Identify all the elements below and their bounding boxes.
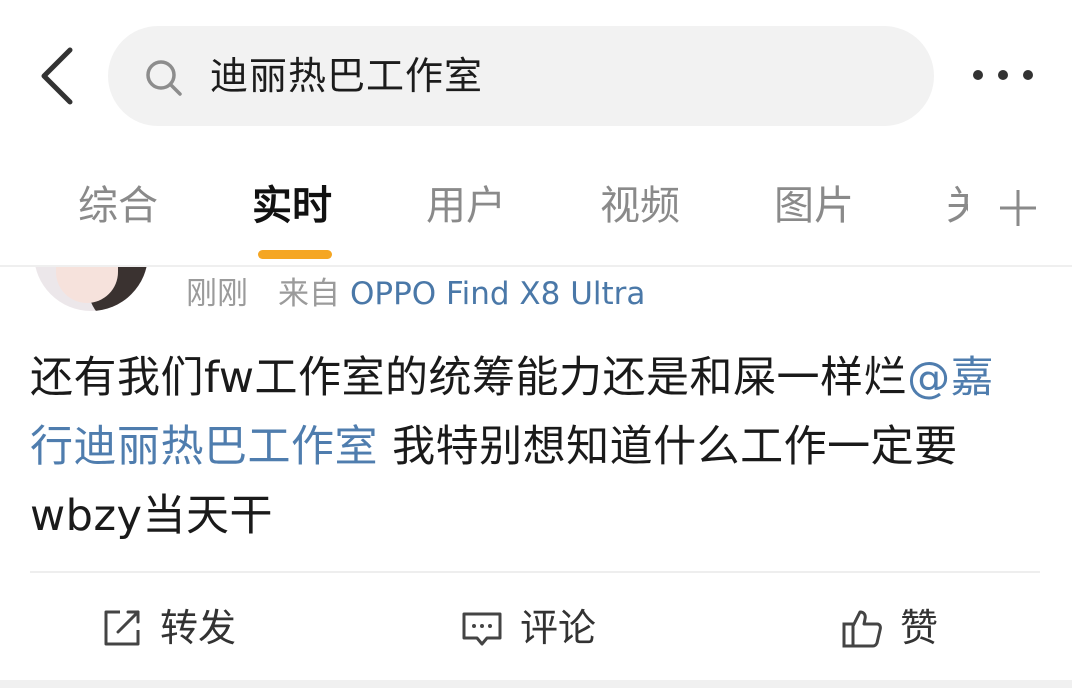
active-tab-indicator	[258, 250, 332, 259]
post-text-part1: 还有我们fw工作室的统筹能力还是和屎一样烂	[30, 353, 908, 403]
post-device[interactable]: OPPO Find X8 Ultra	[350, 276, 645, 312]
repost-icon	[104, 610, 140, 646]
tab-videos[interactable]: 视频	[600, 178, 680, 234]
comment-icon	[462, 612, 502, 646]
plus-icon	[1000, 190, 1036, 226]
bottom-separator	[0, 680, 1072, 688]
repost-button[interactable]: 转发	[100, 598, 260, 658]
avatar[interactable]	[30, 267, 152, 317]
post-content: 还有我们fw工作室的统筹能力还是和屎一样烂@嘉行迪丽热巴工作室 我特别想知道什么…	[30, 344, 1030, 551]
like-button[interactable]: 赞	[840, 598, 960, 658]
tab-bar: 综合 实时 用户 视频 图片 关	[0, 160, 1072, 266]
search-query-text[interactable]: 迪丽热巴工作室	[210, 50, 483, 102]
search-icon	[146, 60, 182, 96]
top-bar: 迪丽热巴工作室	[0, 0, 1072, 150]
search-box[interactable]: 迪丽热巴工作室	[108, 26, 934, 126]
back-button[interactable]	[34, 44, 82, 108]
add-tab-button[interactable]	[996, 186, 1040, 230]
comment-button[interactable]: 评论	[460, 598, 620, 658]
post-source-prefix: 来自	[278, 276, 340, 312]
more-options-button[interactable]	[966, 60, 1042, 90]
actions-divider	[30, 571, 1040, 573]
like-icon	[842, 610, 882, 648]
tab-partial[interactable]: 关	[946, 178, 968, 238]
like-label: 赞	[900, 606, 939, 650]
tab-comprehensive[interactable]: 综合	[78, 178, 158, 234]
repost-label: 转发	[160, 606, 237, 650]
tab-images[interactable]: 图片	[774, 178, 854, 234]
tabs-divider	[0, 265, 1072, 267]
tab-users[interactable]: 用户	[426, 178, 506, 234]
post-time: 刚刚	[186, 276, 248, 312]
post-meta: 刚刚 来自 OPPO Find X8 Ultra	[186, 272, 645, 316]
more-dots-icon	[973, 70, 1033, 80]
tab-realtime[interactable]: 实时	[252, 178, 332, 234]
comment-label: 评论	[520, 606, 597, 650]
back-chevron-icon	[41, 47, 73, 105]
